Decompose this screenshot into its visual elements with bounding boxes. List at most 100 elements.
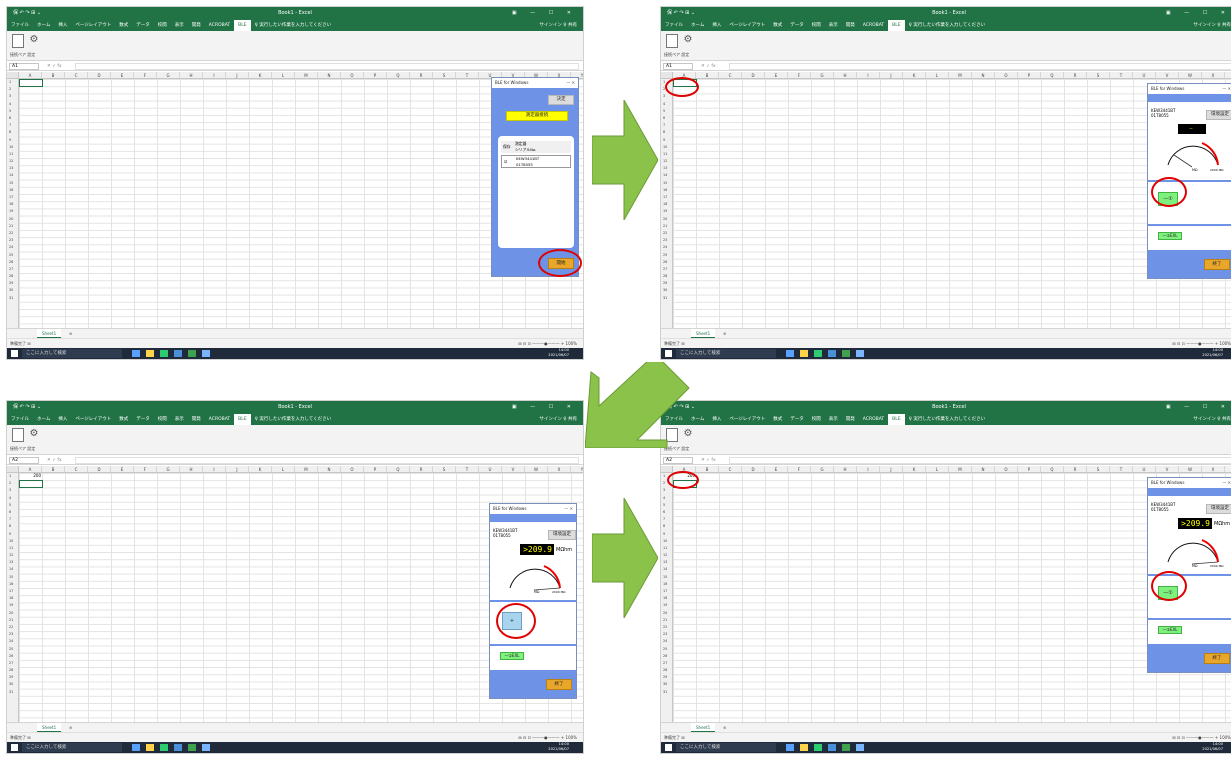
name-box[interactable]: A1 xyxy=(9,63,39,70)
row-header[interactable]: 4 xyxy=(7,495,18,502)
column-header[interactable]: G xyxy=(811,72,834,78)
tab-data[interactable]: データ xyxy=(786,20,808,31)
tab-page-layout[interactable]: ページレイアウト xyxy=(725,414,769,425)
app-icon[interactable] xyxy=(786,350,794,357)
row-header[interactable]: 23 xyxy=(7,631,18,638)
column-header[interactable]: M xyxy=(295,72,318,78)
column-header[interactable]: E xyxy=(111,72,134,78)
column-header[interactable]: D xyxy=(742,72,765,78)
column-header[interactable]: O xyxy=(995,72,1018,78)
row-header[interactable]: 15 xyxy=(661,180,672,187)
tab-review[interactable]: 校閲 xyxy=(154,414,171,425)
column-header[interactable]: K xyxy=(249,466,272,472)
row-header[interactable]: 21 xyxy=(7,617,18,624)
column-header[interactable]: G xyxy=(157,72,180,78)
column-header[interactable]: V xyxy=(1156,466,1179,472)
column-header[interactable]: B xyxy=(42,466,65,472)
formula-input[interactable] xyxy=(729,63,1231,70)
app-icon[interactable] xyxy=(132,350,140,357)
column-header[interactable]: I xyxy=(857,72,880,78)
tab-acrobat[interactable]: ACROBAT xyxy=(205,20,234,31)
row-header[interactable]: 29 xyxy=(661,674,672,681)
column-header[interactable]: F xyxy=(134,72,157,78)
sign-in-share[interactable]: サインイン ♀ 共有 xyxy=(539,20,577,31)
column-header[interactable]: Y xyxy=(1225,466,1231,472)
row-header[interactable]: 23 xyxy=(7,237,18,244)
row-header[interactable]: 30 xyxy=(661,287,672,294)
row-header[interactable]: 24 xyxy=(7,244,18,251)
tell-me-box[interactable]: ♀ 実行したい作業を入力してください xyxy=(251,414,335,425)
tell-me-box[interactable]: ♀ 実行したい作業を入力してください xyxy=(905,414,989,425)
column-header[interactable]: W xyxy=(1179,72,1202,78)
taskbar-search[interactable]: ここに入力して検索 xyxy=(22,743,122,752)
select-all-corner[interactable] xyxy=(7,72,19,79)
column-header[interactable]: T xyxy=(1110,72,1133,78)
column-header[interactable]: K xyxy=(903,72,926,78)
row-header[interactable]: 5 xyxy=(7,502,18,509)
column-header[interactable]: R xyxy=(1064,466,1087,472)
column-header[interactable]: Q xyxy=(1041,466,1064,472)
row-header[interactable]: 6 xyxy=(7,509,18,516)
row-header[interactable]: 12 xyxy=(7,552,18,559)
row-header[interactable]: 27 xyxy=(7,266,18,273)
column-header[interactable]: B xyxy=(42,72,65,78)
row-header[interactable]: 28 xyxy=(7,667,18,674)
column-header[interactable]: R xyxy=(1064,72,1087,78)
column-header[interactable]: P xyxy=(364,72,387,78)
column-header[interactable]: I xyxy=(857,466,880,472)
row-header[interactable]: 30 xyxy=(661,681,672,688)
row-header[interactable]: 27 xyxy=(661,266,672,273)
tab-view[interactable]: 表示 xyxy=(825,414,842,425)
row-header[interactable]: 9 xyxy=(661,531,672,538)
name-box[interactable]: A1 xyxy=(663,63,693,70)
row-header[interactable]: 24 xyxy=(661,638,672,645)
app-icon[interactable] xyxy=(132,744,140,751)
sign-in-share[interactable]: サインイン ♀ 共有 xyxy=(1193,414,1231,425)
sheet-tab-sheet1[interactable]: Sheet1 xyxy=(691,329,716,338)
column-header[interactable]: L xyxy=(272,466,295,472)
window-controls[interactable]: ▣ — ☐ ✕ xyxy=(512,401,577,414)
row-header[interactable]: 1 xyxy=(7,473,18,480)
row-header[interactable]: 8 xyxy=(7,129,18,136)
tab-formulas[interactable]: 数式 xyxy=(769,20,786,31)
row-header[interactable]: 16 xyxy=(7,187,18,194)
row-header[interactable]: 18 xyxy=(661,201,672,208)
row-header[interactable]: 26 xyxy=(7,653,18,660)
column-header[interactable]: N xyxy=(972,466,995,472)
row-header[interactable]: 27 xyxy=(661,660,672,667)
app-icon[interactable] xyxy=(786,744,794,751)
tab-insert[interactable]: 挿入 xyxy=(708,20,725,31)
column-header[interactable]: N xyxy=(318,72,341,78)
worksheet-grid[interactable]: ABCDEFGHIJKLMNOPQRSTUVWXYZ 1234567891011… xyxy=(661,72,1231,328)
column-header[interactable]: G xyxy=(157,466,180,472)
row-header[interactable]: 21 xyxy=(661,617,672,624)
tab-view[interactable]: 表示 xyxy=(171,414,188,425)
row-header[interactable]: 12 xyxy=(7,158,18,165)
row-header[interactable]: 7 xyxy=(7,122,18,129)
app-icon[interactable] xyxy=(828,350,836,357)
save-to-excel-button[interactable]: —①EXL xyxy=(1158,232,1182,240)
row-header[interactable]: 8 xyxy=(661,129,672,136)
row-header[interactable]: 23 xyxy=(661,631,672,638)
tab-view[interactable]: 表示 xyxy=(171,20,188,31)
tab-home[interactable]: ホーム xyxy=(687,20,708,31)
column-header[interactable]: J xyxy=(880,72,903,78)
row-header[interactable]: 14 xyxy=(661,566,672,573)
row-header[interactable]: 17 xyxy=(661,588,672,595)
row-header[interactable]: 11 xyxy=(661,151,672,158)
row-header[interactable]: 13 xyxy=(7,165,18,172)
column-header[interactable]: C xyxy=(719,466,742,472)
settings-icon[interactable]: ⚙ xyxy=(28,34,40,48)
row-header[interactable]: 7 xyxy=(661,516,672,523)
row-header[interactable]: 25 xyxy=(7,252,18,259)
row-header[interactable]: 11 xyxy=(661,545,672,552)
tab-home[interactable]: ホーム xyxy=(33,20,54,31)
connect-pair-button[interactable] xyxy=(12,428,24,442)
column-header[interactable]: V xyxy=(502,466,525,472)
column-header[interactable]: T xyxy=(1110,466,1133,472)
column-header[interactable]: X xyxy=(1202,72,1225,78)
formula-input[interactable] xyxy=(75,457,579,464)
row-header[interactable]: 10 xyxy=(661,538,672,545)
row-header[interactable]: 18 xyxy=(661,595,672,602)
column-header[interactable]: X xyxy=(548,466,571,472)
